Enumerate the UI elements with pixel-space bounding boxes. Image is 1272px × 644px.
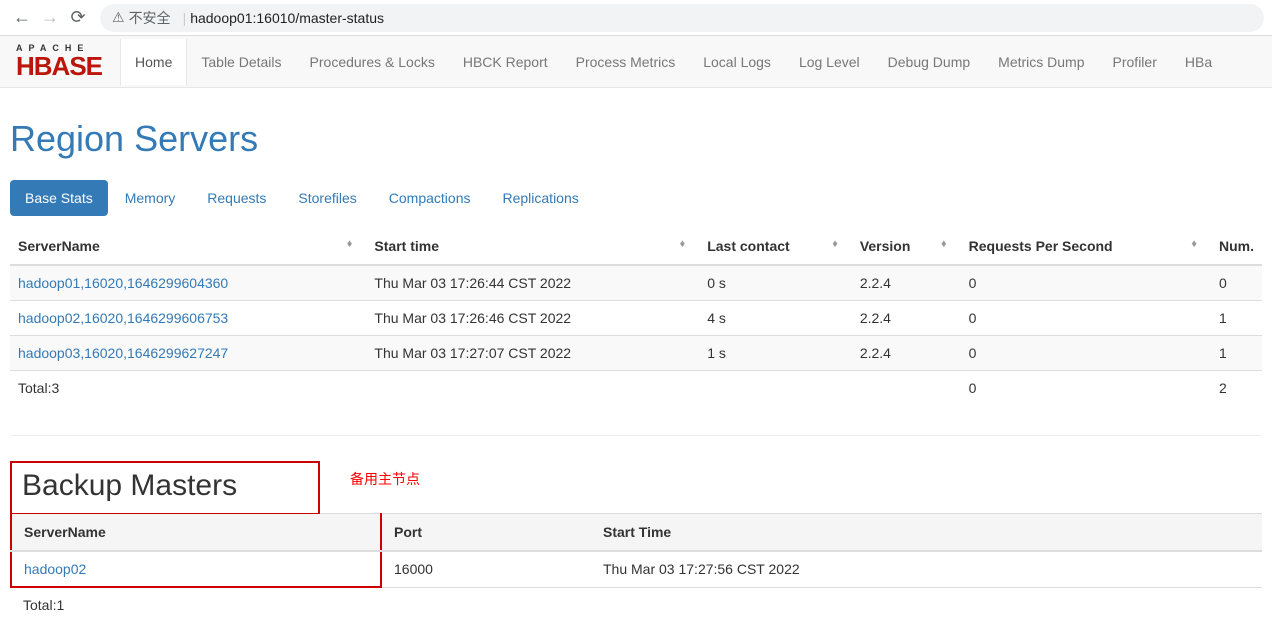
region-servers-table: ServerName♦ Start time♦ Last contact♦ Ve…: [10, 228, 1262, 405]
cell-port: 16000: [381, 551, 591, 587]
col-version[interactable]: Version♦: [852, 228, 961, 265]
tab-memory[interactable]: Memory: [110, 180, 191, 216]
cell-start: Thu Mar 03 17:26:44 CST 2022: [366, 265, 699, 301]
sort-icon: ♦: [347, 238, 353, 250]
tab-compactions[interactable]: Compactions: [374, 180, 486, 216]
backup-masters-highlight: Backup Masters: [10, 461, 320, 515]
server-link[interactable]: hadoop01,16020,1646299604360: [18, 275, 228, 291]
region-servers-tabs: Base StatsMemoryRequestsStorefilesCompac…: [10, 180, 1262, 216]
main-navbar: APACHE HBASE HomeTable DetailsProcedures…: [0, 36, 1272, 88]
sort-icon: ♦: [1191, 238, 1197, 250]
tab-requests[interactable]: Requests: [192, 180, 281, 216]
cell-start: Thu Mar 03 17:26:46 CST 2022: [366, 301, 699, 336]
cell-start: Thu Mar 03 17:27:07 CST 2022: [366, 336, 699, 371]
backup-total: Total:1: [11, 587, 381, 622]
backup-annotation: 备用主节点: [350, 469, 420, 489]
table-row: hadoop02 16000Thu Mar 03 17:27:56 CST 202…: [11, 551, 1262, 587]
col-lastcontact[interactable]: Last contact♦: [699, 228, 852, 265]
table-row: hadoop03,16020,1646299627247 Thu Mar 03 1…: [10, 336, 1262, 371]
sort-icon: ♦: [941, 238, 947, 250]
nav-item-home[interactable]: Home: [120, 39, 187, 85]
col-starttime[interactable]: Start time♦: [366, 228, 699, 265]
tab-base-stats[interactable]: Base Stats: [10, 180, 108, 216]
table-total-row: Total:1: [11, 587, 1262, 622]
nav-item-process-metrics[interactable]: Process Metrics: [562, 39, 690, 85]
server-link[interactable]: hadoop02,16020,1646299606753: [18, 310, 228, 326]
col-servername[interactable]: ServerName: [11, 514, 381, 552]
address-bar[interactable]: ⚠ 不安全 | hadoop01:16010/master-status: [100, 4, 1264, 32]
sort-icon: ♦: [680, 238, 686, 250]
table-total-row: Total:3 0 2: [10, 371, 1262, 406]
total-num: 2: [1211, 371, 1262, 406]
nav-item-metrics-dump[interactable]: Metrics Dump: [984, 39, 1098, 85]
col-rps[interactable]: Requests Per Second♦: [961, 228, 1211, 265]
col-servername[interactable]: ServerName♦: [10, 228, 366, 265]
cell-rps: 0: [961, 336, 1211, 371]
cell-rps: 0: [961, 265, 1211, 301]
cell-version: 2.2.4: [852, 301, 961, 336]
table-row: hadoop02,16020,1646299606753 Thu Mar 03 1…: [10, 301, 1262, 336]
cell-num: 0: [1211, 265, 1262, 301]
hbase-logo[interactable]: APACHE HBASE: [8, 44, 110, 80]
divider: [10, 435, 1262, 436]
forward-button[interactable]: →: [36, 4, 64, 32]
cell-last: 4 s: [699, 301, 852, 336]
tab-replications[interactable]: Replications: [487, 180, 593, 216]
cell-num: 1: [1211, 301, 1262, 336]
cell-last: 1 s: [699, 336, 852, 371]
tab-storefiles[interactable]: Storefiles: [283, 180, 371, 216]
nav-item-table-details[interactable]: Table Details: [187, 39, 295, 85]
nav-item-profiler[interactable]: Profiler: [1099, 39, 1171, 85]
nav-item-log-level[interactable]: Log Level: [785, 39, 874, 85]
backup-server-link[interactable]: hadoop02: [24, 561, 86, 577]
col-port[interactable]: Port: [381, 514, 591, 552]
back-button[interactable]: ←: [8, 4, 36, 32]
browser-toolbar: ← → ⟳ ⚠ 不安全 | hadoop01:16010/master-stat…: [0, 0, 1272, 36]
reload-button[interactable]: ⟳: [64, 4, 92, 32]
table-row: hadoop01,16020,1646299604360 Thu Mar 03 1…: [10, 265, 1262, 301]
url-text: hadoop01:16010/master-status: [190, 10, 384, 26]
nav-item-local-logs[interactable]: Local Logs: [689, 39, 785, 85]
cell-version: 2.2.4: [852, 265, 961, 301]
cell-num: 1: [1211, 336, 1262, 371]
col-starttime[interactable]: Start Time: [591, 514, 1262, 552]
col-num[interactable]: Num.: [1211, 228, 1262, 265]
nav-item-debug-dump[interactable]: Debug Dump: [874, 39, 985, 85]
cell-last: 0 s: [699, 265, 852, 301]
total-rps: 0: [961, 371, 1211, 406]
sort-icon: ♦: [832, 238, 838, 250]
cell-start: Thu Mar 03 17:27:56 CST 2022: [591, 551, 1262, 587]
backup-masters-heading: Backup Masters: [12, 463, 318, 513]
insecure-warning: ⚠ 不安全: [112, 8, 171, 28]
server-link[interactable]: hadoop03,16020,1646299627247: [18, 345, 228, 361]
warning-icon: ⚠: [112, 9, 125, 26]
nav-item-hbck-report[interactable]: HBCK Report: [449, 39, 562, 85]
cell-version: 2.2.4: [852, 336, 961, 371]
region-servers-heading: Region Servers: [10, 118, 1262, 160]
insecure-label: 不安全: [129, 8, 171, 28]
backup-masters-table: ServerName Port Start Time hadoop02 16000…: [10, 513, 1262, 622]
nav-item-procedures-locks[interactable]: Procedures & Locks: [296, 39, 449, 85]
cell-rps: 0: [961, 301, 1211, 336]
nav-item-hba[interactable]: HBa: [1171, 39, 1226, 85]
total-label: Total:3: [10, 371, 366, 406]
